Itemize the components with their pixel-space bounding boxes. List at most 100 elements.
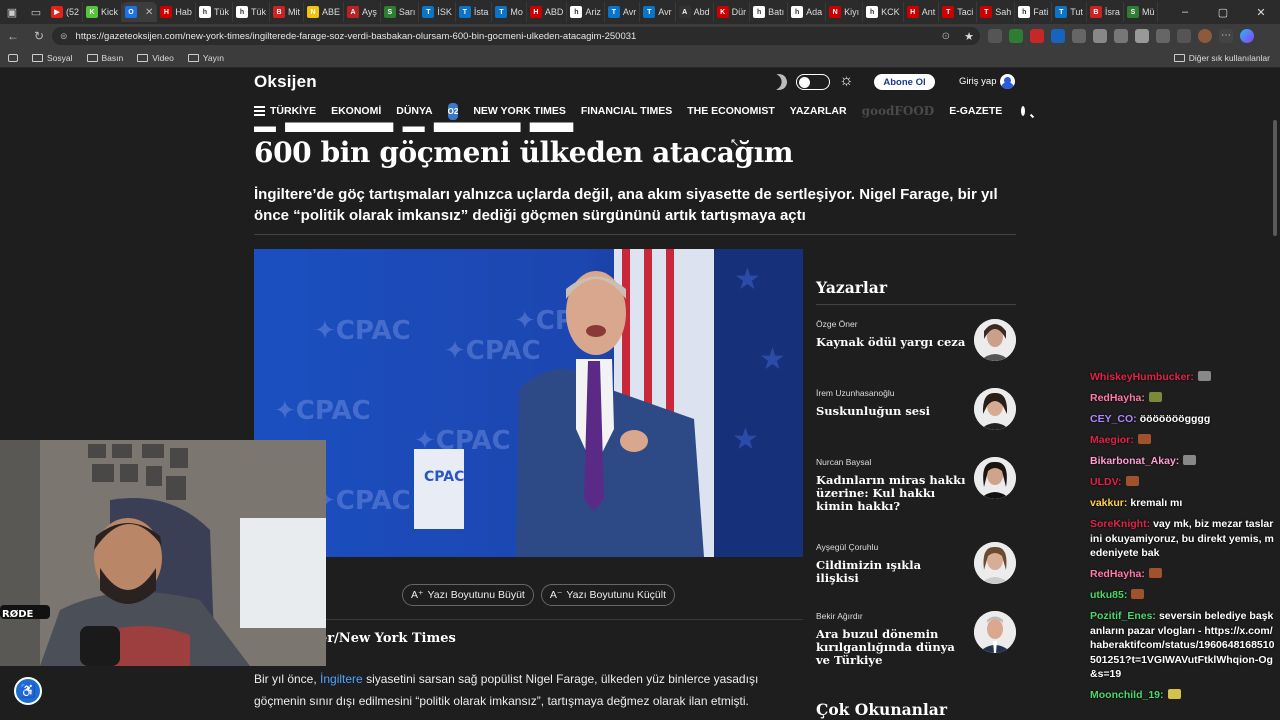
nav-item-turkiye[interactable]: TÜRKİYE [270,105,316,117]
site-logo[interactable]: Oksijen [254,72,317,92]
extension-icon[interactable] [1156,29,1170,43]
browser-tab[interactable]: K Kick [83,2,123,22]
browser-tab[interactable]: h Tük [196,2,233,22]
login-link[interactable]: Giriş yap [959,76,996,87]
nav-item-dunya[interactable]: DÜNYA [396,105,432,117]
user-icon[interactable] [1000,74,1015,89]
collections-icon[interactable] [1177,29,1191,43]
menu-icon[interactable] [254,106,265,116]
browser-tab[interactable]: T İSK [419,2,456,22]
bookmark-folder[interactable]: Yayın [187,53,224,63]
browser-tab[interactable]: A Abd [676,2,714,22]
maximize-button[interactable]: ▢ [1204,0,1242,24]
nav-item-ekonomi[interactable]: EKONOMİ [331,105,381,117]
extension-icon[interactable] [1093,29,1107,43]
browser-tab[interactable]: h Tük [233,2,270,22]
nav-item-goodfood[interactable]: goodFOOD [862,104,935,118]
copilot-icon[interactable] [1240,29,1254,43]
back-icon[interactable]: ← [0,29,26,43]
browser-tab[interactable]: B Mit [270,2,304,22]
browser-tab[interactable]: K Dür [714,2,751,22]
extension-icon[interactable] [1135,29,1149,43]
accessibility-icon[interactable]: ♿ [14,677,42,705]
browser-tab[interactable]: T Taci [939,2,978,22]
extension-icon[interactable] [1030,29,1044,43]
search-icon[interactable] [1021,106,1026,116]
profile-avatar[interactable] [1198,29,1212,43]
chat-username[interactable]: WhiskeyHumbucker: [1090,371,1194,383]
browser-tab[interactable]: T Tut [1052,2,1087,22]
page-scrollbar[interactable] [1273,120,1277,236]
author-card[interactable]: Ayşegül Çoruhlu Cildimizin ışıkla ilişki… [816,542,1016,585]
browser-tab[interactable]: h Batı [750,2,789,22]
body-link[interactable]: İngiltere [320,672,363,686]
browser-tab[interactable]: H Ant [904,2,940,22]
tab-actions-icon[interactable]: ▭ [24,0,48,24]
font-size-up-button[interactable]: A⁺ Yazı Boyutunu Büyüt [402,584,534,606]
extension-icon[interactable] [1114,29,1128,43]
chat-username[interactable]: CEY_CO: [1090,413,1137,425]
site-info-icon[interactable]: ⊜ [60,31,68,42]
chat-username[interactable]: Maegior: [1090,434,1134,446]
browser-tab[interactable]: S Mü [1124,2,1159,22]
reader-mode-icon[interactable]: ⊙ [942,31,950,42]
bookmark-app-icon[interactable] [8,53,18,62]
author-card[interactable]: Nurcan Baysal Kadınların miras hakkı üze… [816,457,1016,513]
theme-toggle[interactable] [796,74,830,90]
browser-tab[interactable]: h Ada [788,2,827,22]
author-article-title[interactable]: Suskunluğun sesi [816,405,966,418]
close-tab-icon[interactable]: ✕ [145,7,153,18]
other-bookmarks[interactable]: Diğer sık kullanılanlar [1173,53,1270,63]
chat-username[interactable]: vakkur: [1090,497,1127,509]
extension-icon[interactable] [988,29,1002,43]
nav-item-yazarlar[interactable]: YAZARLAR [790,105,847,117]
author-article-title[interactable]: Kadınların miras hakkı üzerine: Kul hakk… [816,474,966,513]
subscribe-button[interactable]: Abone Ol [874,74,935,90]
browser-tab[interactable]: S Sarı [381,2,420,22]
author-article-title[interactable]: Kaynak ödül yargı ceza [816,336,966,349]
extension-icon[interactable] [1051,29,1065,43]
font-size-down-button[interactable]: A⁻ Yazı Boyutunu Küçült [540,584,676,606]
browser-tab[interactable]: h Fati [1015,2,1053,22]
nav-item-nyt[interactable]: NEW YORK TIMES [473,105,566,117]
nav-item-egazete[interactable]: E-GAZETE [949,105,1002,117]
browser-tab[interactable]: N Kiyı [826,2,864,22]
chat-username[interactable]: RedHayha: [1090,568,1145,580]
chat-username[interactable]: SoreKnight: [1090,518,1150,530]
close-window-button[interactable]: ✕ [1242,0,1280,24]
bookmark-folder[interactable]: Basın [86,53,123,63]
browser-tab[interactable]: T Avr [640,2,676,22]
browser-tab[interactable]: h KCK [863,2,904,22]
refresh-icon[interactable]: ↻ [26,29,52,43]
browser-tab[interactable]: H ABD [527,2,568,22]
chat-username[interactable]: Moonchild_19: [1090,689,1164,701]
chat-username[interactable]: Pozitif_Enes: [1090,610,1156,622]
favorite-star-icon[interactable]: ★ [964,30,974,43]
author-card[interactable]: İrem Uzunhasanoğlu Suskunluğun sesi [816,388,1016,430]
browser-tab[interactable]: T Avr [605,2,641,22]
browser-tab[interactable]: A Ayş [344,2,381,22]
author-article-title[interactable]: Ara buzul dönemin kırılganlığında dünya … [816,628,966,667]
extension-icon[interactable] [1009,29,1023,43]
bookmark-folder[interactable]: Sosyal [32,53,73,63]
browser-tab[interactable]: T İsta [456,2,493,22]
chat-username[interactable]: utku85: [1090,589,1127,601]
chat-username[interactable]: ULDV: [1090,476,1122,488]
workspaces-icon[interactable]: ▣ [0,0,24,24]
author-card[interactable]: Bekir Ağırdır Ara buzul dönemin kırılgan… [816,611,1016,667]
browser-tab[interactable]: h Ariz [567,2,605,22]
browser-tab[interactable]: T Mo [492,2,527,22]
chat-username[interactable]: Bikarbonat_Akay: [1090,455,1179,467]
browser-tab[interactable]: T Sah [977,2,1016,22]
chat-username[interactable]: RedHayha: [1090,392,1145,404]
address-bar[interactable]: ⊜ https://gazeteoksijen.com/new-york-tim… [52,27,980,45]
minimize-button[interactable]: – [1166,0,1204,24]
browser-tab[interactable]: N ABE [304,2,344,22]
author-article-title[interactable]: Cildimizin ışıkla ilişkisi [816,559,966,585]
o2-badge[interactable]: O2 [447,102,459,120]
nav-item-ft[interactable]: FINANCIAL TIMES [581,105,672,117]
extension-icon[interactable] [1072,29,1086,43]
browser-tab[interactable]: H Hab [157,2,196,22]
bookmark-folder[interactable]: Video [137,53,174,63]
browser-tab[interactable]: B İsra [1087,2,1124,22]
